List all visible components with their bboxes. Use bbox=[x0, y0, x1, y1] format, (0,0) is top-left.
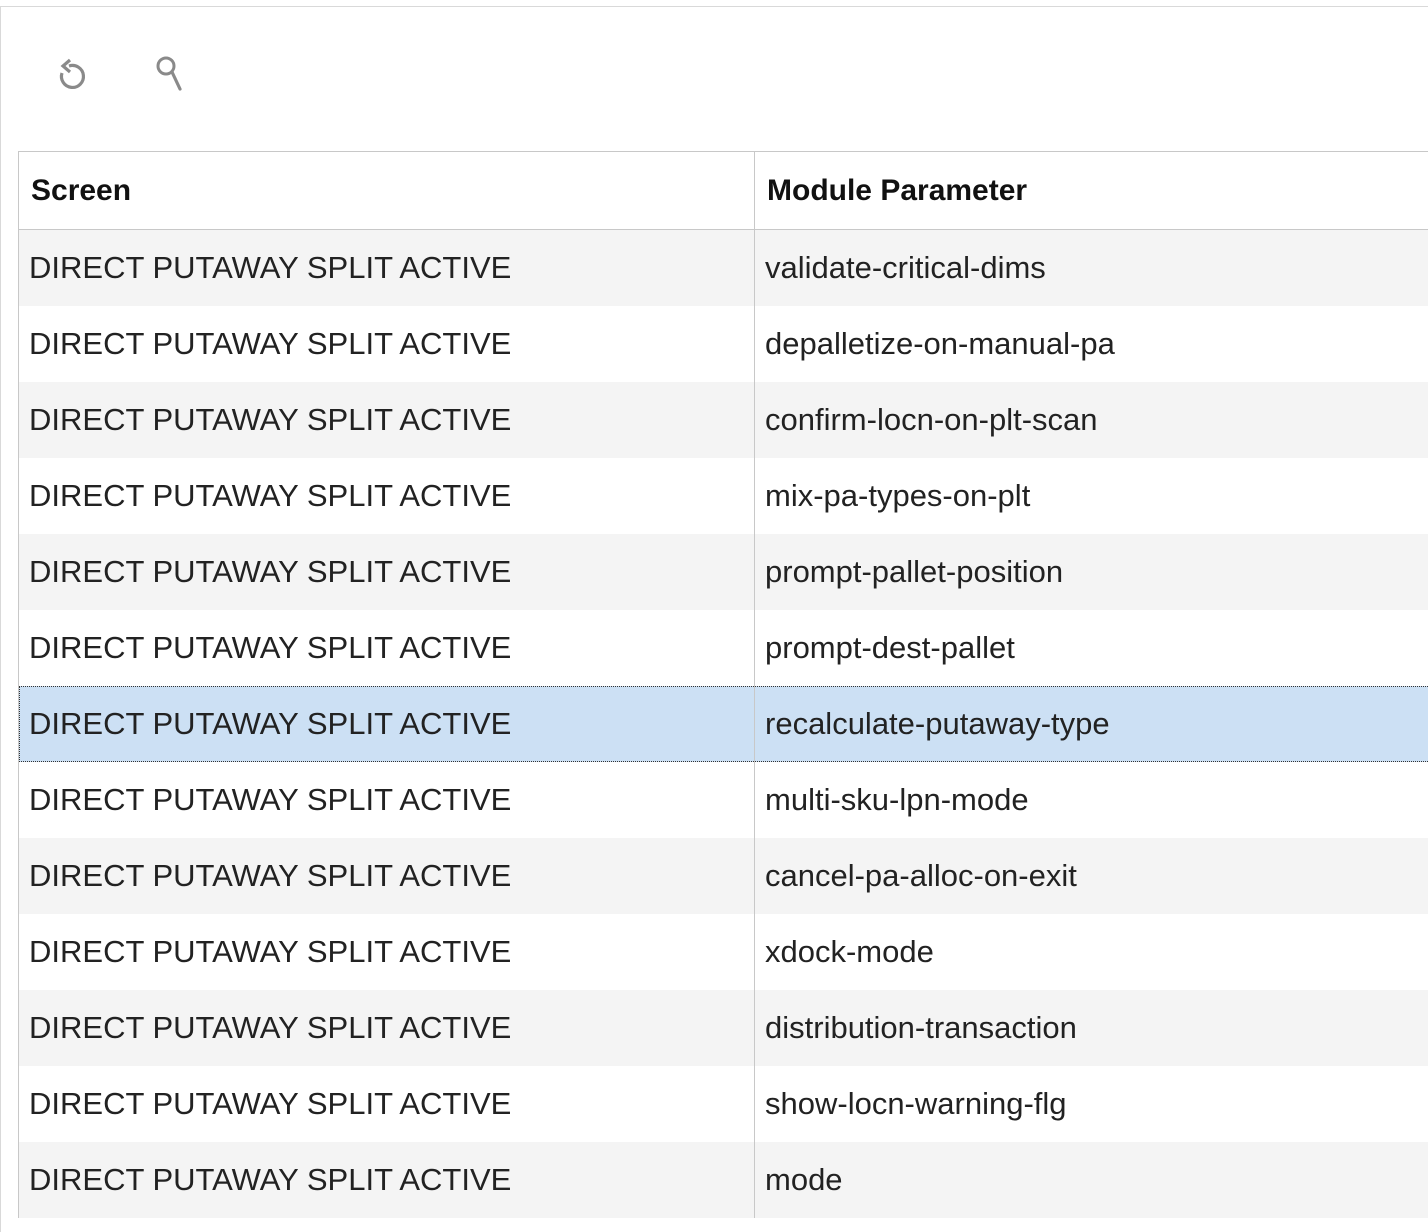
table-row[interactable]: DIRECT PUTAWAY SPLIT ACTIVE depalletize-o… bbox=[19, 306, 1428, 382]
table-row[interactable]: DIRECT PUTAWAY SPLIT ACTIVE confirm-locn-… bbox=[19, 382, 1428, 458]
refresh-icon bbox=[59, 58, 86, 90]
table-row[interactable]: DIRECT PUTAWAY SPLIT ACTIVE xdock-mode bbox=[19, 914, 1428, 990]
table-row[interactable]: DIRECT PUTAWAY SPLIT ACTIVE prompt-dest-p… bbox=[19, 610, 1428, 686]
screen-cell: DIRECT PUTAWAY SPLIT ACTIVE bbox=[19, 230, 755, 306]
screen-cell: DIRECT PUTAWAY SPLIT ACTIVE bbox=[19, 534, 755, 610]
table-row[interactable]: DIRECT PUTAWAY SPLIT ACTIVE show-locn-war… bbox=[19, 1066, 1428, 1142]
column-header-module-parameter[interactable]: Module Parameter bbox=[755, 152, 1428, 229]
search-button[interactable] bbox=[145, 51, 197, 101]
grid-panel: Screen Module Parameter DIRECT PUTAWAY S… bbox=[0, 6, 1428, 1232]
module-parameter-cell: depalletize-on-manual-pa bbox=[765, 326, 1115, 361]
module-parameter-cell: multi-sku-lpn-mode bbox=[765, 782, 1029, 817]
screen-cell: DIRECT PUTAWAY SPLIT ACTIVE bbox=[19, 382, 755, 458]
module-parameter-cell: prompt-dest-pallet bbox=[765, 630, 1015, 665]
table-row[interactable]: DIRECT PUTAWAY SPLIT ACTIVE distribution-… bbox=[19, 990, 1428, 1066]
module-parameter-cell: cancel-pa-alloc-on-exit bbox=[765, 858, 1077, 893]
screen-cell: DIRECT PUTAWAY SPLIT ACTIVE bbox=[19, 306, 755, 382]
toolbar bbox=[45, 51, 197, 101]
module-parameter-grid: Screen Module Parameter DIRECT PUTAWAY S… bbox=[18, 151, 1428, 1218]
module-parameter-cell: prompt-pallet-position bbox=[765, 554, 1064, 589]
table-row[interactable]: DIRECT PUTAWAY SPLIT ACTIVE prompt-pallet… bbox=[19, 534, 1428, 610]
column-header-screen[interactable]: Screen bbox=[19, 152, 755, 229]
module-parameter-cell: xdock-mode bbox=[765, 934, 934, 969]
module-parameter-cell: mode bbox=[765, 1162, 843, 1197]
screen-cell: DIRECT PUTAWAY SPLIT ACTIVE bbox=[19, 458, 755, 534]
table-row[interactable]: DIRECT PUTAWAY SPLIT ACTIVE cancel-pa-all… bbox=[19, 838, 1428, 914]
screen-cell: DIRECT PUTAWAY SPLIT ACTIVE bbox=[19, 990, 755, 1066]
module-parameter-cell: validate-critical-dims bbox=[765, 250, 1046, 285]
table-row[interactable]: DIRECT PUTAWAY SPLIT ACTIVE validate-crit… bbox=[19, 230, 1428, 306]
screen-cell: DIRECT PUTAWAY SPLIT ACTIVE bbox=[19, 838, 755, 914]
module-parameter-cell: recalculate-putaway-type bbox=[765, 706, 1110, 741]
screen-cell: DIRECT PUTAWAY SPLIT ACTIVE bbox=[19, 610, 755, 686]
table-row[interactable]: DIRECT PUTAWAY SPLIT ACTIVE mix-pa-types-… bbox=[19, 458, 1428, 534]
table-header-row: Screen Module Parameter bbox=[19, 152, 1428, 230]
screen-cell: DIRECT PUTAWAY SPLIT ACTIVE bbox=[19, 1142, 755, 1218]
module-parameter-cell: mix-pa-types-on-plt bbox=[765, 478, 1031, 513]
screen-cell: DIRECT PUTAWAY SPLIT ACTIVE bbox=[19, 686, 755, 762]
table-body: DIRECT PUTAWAY SPLIT ACTIVE validate-crit… bbox=[19, 230, 1428, 1218]
screen-cell: DIRECT PUTAWAY SPLIT ACTIVE bbox=[19, 762, 755, 838]
table-row[interactable]: DIRECT PUTAWAY SPLIT ACTIVE recalculate-p… bbox=[19, 686, 1428, 762]
search-icon bbox=[156, 56, 182, 91]
screen-cell: DIRECT PUTAWAY SPLIT ACTIVE bbox=[19, 1066, 755, 1142]
module-parameter-cell: confirm-locn-on-plt-scan bbox=[765, 402, 1098, 437]
table-row[interactable]: DIRECT PUTAWAY SPLIT ACTIVE multi-sku-lpn… bbox=[19, 762, 1428, 838]
screen-cell: DIRECT PUTAWAY SPLIT ACTIVE bbox=[19, 914, 755, 990]
module-parameter-cell: distribution-transaction bbox=[765, 1010, 1077, 1045]
module-parameter-cell: show-locn-warning-flg bbox=[765, 1086, 1067, 1121]
refresh-button[interactable] bbox=[45, 51, 97, 101]
table-row[interactable]: DIRECT PUTAWAY SPLIT ACTIVE mode bbox=[19, 1142, 1428, 1218]
